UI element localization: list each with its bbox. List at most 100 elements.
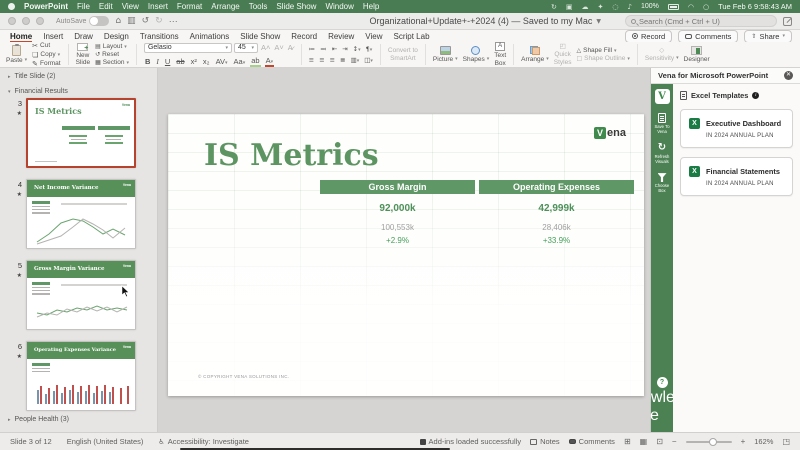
shrink-font-button[interactable]: A˅: [273, 43, 284, 52]
bullets-icon[interactable]: ≔: [309, 45, 316, 53]
more-toolbar-icon[interactable]: ⋯: [169, 16, 178, 27]
save-to-vena-button[interactable]: Save To Vena: [651, 113, 673, 134]
document-title[interactable]: Organizational+Update+-+2024 (4) — Saved…: [370, 16, 593, 26]
thumbnail-canvas[interactable]: Net Income Variance Vena: [26, 179, 136, 249]
underline-button[interactable]: U: [164, 57, 171, 66]
save-icon[interactable]: ▥: [127, 16, 136, 26]
thumbnail-canvas[interactable]: Gross Margin Variance Vena: [26, 260, 136, 330]
tab-animations[interactable]: Animations: [190, 32, 230, 41]
columns-icon[interactable]: ▥▾: [351, 56, 360, 64]
arrange-button[interactable]: Arrange ▾: [521, 45, 549, 63]
slideshow-view-icon[interactable]: ⊡: [656, 437, 663, 446]
shapes-button[interactable]: Shapes ▾: [463, 45, 489, 63]
menu-edit[interactable]: Edit: [99, 2, 113, 11]
zoom-traffic-light[interactable]: [36, 17, 44, 25]
format-painter-button[interactable]: ✎ Format: [32, 60, 60, 68]
choose-box-button[interactable]: Choose Box: [651, 173, 673, 193]
share-button[interactable]: ⇧ Share ▾: [744, 29, 792, 43]
menu-app-name[interactable]: PowerPoint: [24, 2, 68, 11]
numbering-icon[interactable]: ≕: [320, 45, 327, 53]
tab-review[interactable]: Review: [328, 32, 354, 41]
zoom-in-button[interactable]: +: [741, 437, 746, 446]
tab-home[interactable]: Home: [10, 32, 33, 43]
zoom-slider-knob[interactable]: [708, 437, 717, 446]
template-card-financial-statements[interactable]: X Financial Statements IN 2024 ANNUAL PL…: [680, 157, 793, 196]
clear-format-button[interactable]: A̷: [287, 43, 294, 52]
bold-button[interactable]: B: [144, 57, 151, 66]
font-size-select[interactable]: 45 ▾: [233, 42, 258, 53]
search-box[interactable]: [625, 15, 777, 27]
redo-icon[interactable]: ↻: [155, 16, 163, 26]
folder-icon[interactable]: ▣: [566, 3, 573, 11]
minimize-traffic-light[interactable]: [22, 17, 30, 25]
zoom-slider[interactable]: [685, 437, 732, 446]
home-icon[interactable]: ⌂: [115, 16, 121, 26]
slide-thumbnail-4[interactable]: 4 ★ Net Income Variance Vena: [0, 179, 157, 249]
align-left-icon[interactable]: ≡: [309, 56, 314, 64]
change-case-button[interactable]: Aa▾: [233, 57, 247, 66]
sensitivity-button[interactable]: ◇ Sensitivity ▾: [645, 46, 679, 62]
zoom-percent-label[interactable]: 162%: [754, 437, 773, 446]
section-financial-results[interactable]: ▾ Financial Results: [0, 83, 157, 98]
spotlight-search-icon[interactable]: ○: [703, 3, 709, 11]
menu-slideshow[interactable]: Slide Show: [276, 2, 316, 11]
tab-transitions[interactable]: Transitions: [140, 32, 179, 41]
notes-button[interactable]: Notes: [530, 437, 560, 446]
layout-button[interactable]: ▤ Layout ▾: [95, 43, 129, 50]
search-input[interactable]: [639, 16, 771, 26]
italic-button[interactable]: I: [155, 57, 160, 66]
slide-thumbnail-5[interactable]: 5 ★ Gross Margin Variance Vena: [0, 260, 157, 330]
tab-slideshow[interactable]: Slide Show: [240, 32, 280, 41]
info-icon[interactable]: i: [752, 92, 760, 99]
section-button[interactable]: ▦ Section ▾: [95, 59, 129, 66]
tab-draw[interactable]: Draw: [74, 32, 93, 41]
shape-fill-button[interactable]: △ Shape Fill ▾: [576, 47, 629, 54]
wifi-icon[interactable]: ◠: [688, 3, 694, 11]
align-center-icon[interactable]: ≡: [319, 56, 324, 64]
font-color-button[interactable]: A▾: [264, 56, 275, 67]
chevron-down-icon[interactable]: ▼: [596, 18, 601, 25]
highlight-color-button[interactable]: ab: [250, 56, 261, 67]
menubar-clock[interactable]: Tue Feb 6 9:58:43 AM: [718, 2, 792, 11]
copy-button[interactable]: ❏ Copy ▾: [32, 51, 60, 59]
indent-decrease-icon[interactable]: ⇤: [332, 45, 337, 53]
align-right-icon[interactable]: ≡: [330, 56, 335, 64]
menu-format[interactable]: Format: [177, 2, 202, 11]
close-traffic-light[interactable]: [8, 17, 16, 25]
menu-window[interactable]: Window: [325, 2, 353, 11]
headphones-icon[interactable]: ◌: [612, 3, 618, 11]
slide-sorter-view-icon[interactable]: ▦: [640, 437, 648, 446]
share-edit-icon[interactable]: [783, 16, 792, 26]
picture-button[interactable]: Picture ▾: [433, 45, 458, 63]
text-direction-icon[interactable]: ¶▾: [366, 45, 373, 53]
kpi-gross-margin[interactable]: Gross Margin 92,000k 100,553k +2.9%: [320, 180, 475, 245]
template-card-executive-dashboard[interactable]: X Executive Dashboard IN 2024 ANNUAL PLA…: [680, 109, 793, 148]
superscript-button[interactable]: x²: [190, 57, 198, 66]
kpi-operating-expenses[interactable]: Operating Expenses 42,999k 28,406k +33.9…: [479, 180, 634, 245]
menu-view[interactable]: View: [122, 2, 139, 11]
text-box-button[interactable]: A Text Box: [494, 42, 506, 67]
section-people-health[interactable]: ▸ People Health (3): [0, 411, 69, 426]
justify-icon[interactable]: ≣: [340, 56, 345, 64]
slide-count-label[interactable]: Slide 3 of 12: [10, 437, 52, 446]
quick-styles-button[interactable]: ◰ Quick Styles: [554, 42, 572, 66]
tab-insert[interactable]: Insert: [43, 32, 63, 41]
align-text-icon[interactable]: ◫▾: [364, 56, 373, 64]
subscript-button[interactable]: x₂: [202, 57, 211, 66]
language-label[interactable]: English (United States): [67, 437, 144, 446]
comments-button[interactable]: Comments: [678, 29, 739, 43]
character-spacing-button[interactable]: AV▾: [215, 57, 229, 66]
line-spacing-icon[interactable]: ↕▾: [353, 45, 361, 53]
convert-smartart-button[interactable]: Convert to SmartArt: [388, 47, 418, 62]
cloud-icon[interactable]: ☁: [581, 3, 588, 11]
shape-outline-button[interactable]: □ Shape Outline ▾: [576, 55, 629, 62]
accessibility-status[interactable]: ♿ Accessibility: Investigate: [158, 437, 249, 446]
thumbnail-canvas[interactable]: Operating Expenses Variance Vena: [26, 341, 136, 411]
music-icon[interactable]: ♪: [627, 3, 631, 11]
menu-arrange[interactable]: Arrange: [211, 2, 239, 11]
indent-increase-icon[interactable]: ⇥: [342, 45, 347, 53]
kpi-tables[interactable]: Gross Margin 92,000k 100,553k +2.9% Oper…: [320, 180, 634, 245]
settings-icon[interactable]: ✦: [597, 3, 603, 11]
apple-menu-icon[interactable]: [8, 3, 15, 10]
undo-icon[interactable]: ↺: [142, 16, 150, 26]
